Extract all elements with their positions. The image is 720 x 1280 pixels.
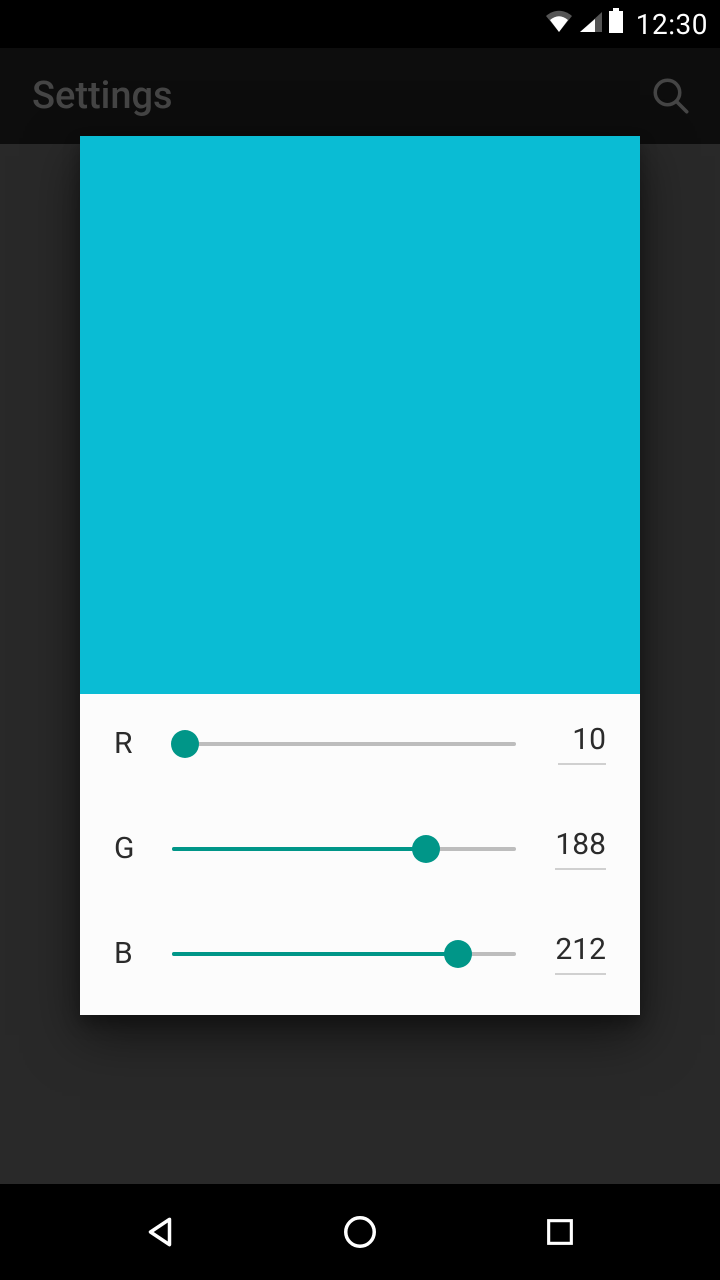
status-time: 12:30 — [636, 8, 708, 41]
slider-thumb[interactable] — [444, 940, 472, 968]
recents-button[interactable] — [520, 1192, 600, 1272]
battery-icon — [608, 8, 624, 41]
wifi-icon — [544, 8, 574, 41]
page-title: Settings — [32, 74, 173, 118]
slider-thumb[interactable] — [412, 835, 440, 863]
search-icon — [650, 75, 692, 117]
navigation-bar — [0, 1184, 720, 1280]
back-icon — [141, 1213, 179, 1251]
app-bar: Settings — [0, 48, 720, 144]
slider-row-g: G 188 — [114, 827, 606, 870]
slider-thumb[interactable] — [171, 730, 199, 758]
slider-value-field[interactable]: 10 — [544, 722, 606, 765]
slider-value-field[interactable]: 212 — [544, 932, 606, 975]
slider-value: 188 — [555, 827, 606, 870]
slider-fill — [172, 952, 458, 956]
home-button[interactable] — [320, 1192, 400, 1272]
slider-value-field[interactable]: 188 — [544, 827, 606, 870]
color-preview-swatch — [80, 136, 640, 694]
home-icon — [341, 1213, 379, 1251]
slider-r[interactable] — [172, 730, 516, 758]
slider-label: B — [114, 936, 144, 971]
slider-value: 212 — [555, 932, 606, 975]
status-icons — [544, 8, 624, 41]
slider-label: G — [114, 831, 144, 866]
slider-row-b: B 212 — [114, 932, 606, 975]
slider-fill — [172, 847, 426, 851]
recents-icon — [543, 1215, 577, 1249]
cell-signal-icon — [578, 8, 604, 41]
color-picker-dialog: R 10 G 188 B 212 — [80, 136, 640, 1015]
slider-value: 10 — [558, 722, 606, 765]
status-bar: 12:30 — [0, 0, 720, 48]
back-button[interactable] — [120, 1192, 200, 1272]
slider-track — [172, 742, 516, 746]
search-button[interactable] — [650, 75, 692, 117]
slider-label: R — [114, 726, 144, 761]
slider-row-r: R 10 — [114, 722, 606, 765]
slider-g[interactable] — [172, 835, 516, 863]
rgb-sliders-container: R 10 G 188 B 212 — [80, 694, 640, 1015]
slider-b[interactable] — [172, 940, 516, 968]
